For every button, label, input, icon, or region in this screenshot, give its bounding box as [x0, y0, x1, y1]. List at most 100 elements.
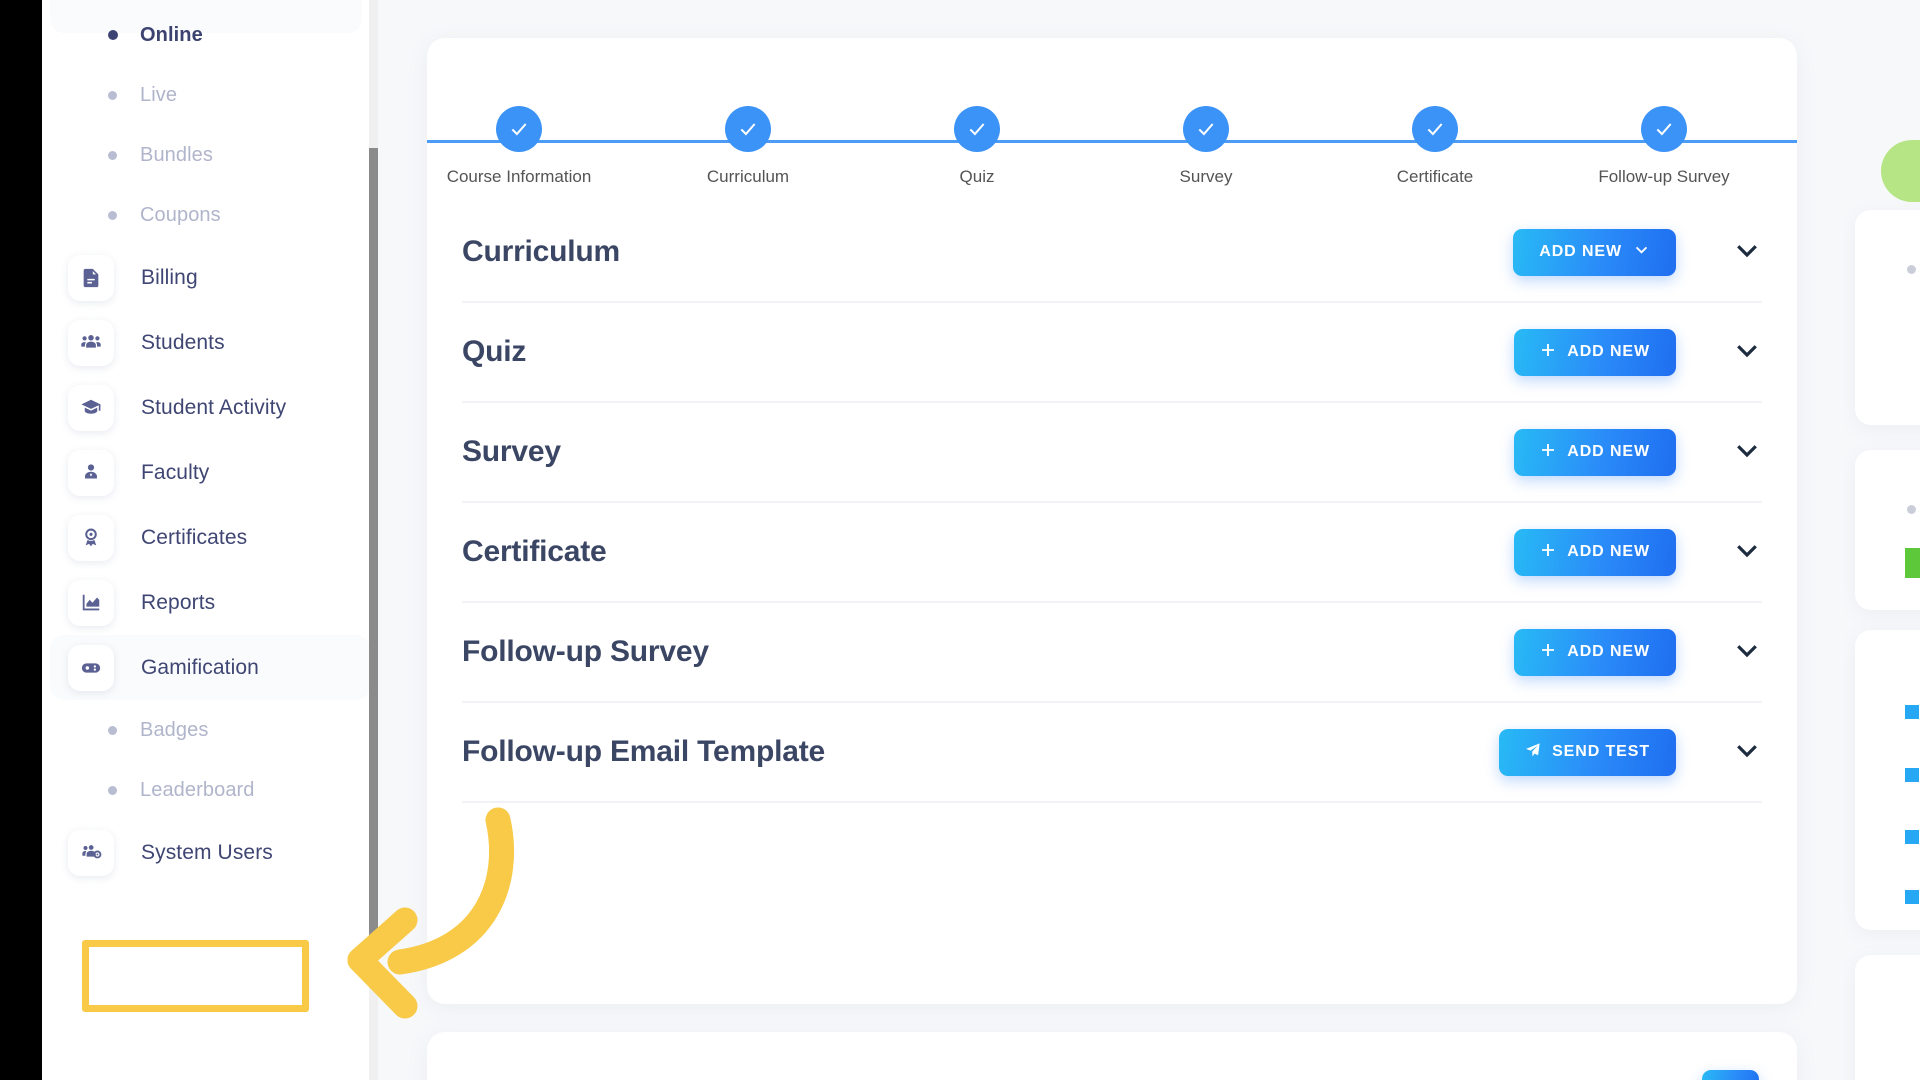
step-quiz[interactable]: Quiz	[897, 106, 1057, 187]
sidebar-item-live[interactable]: Live	[50, 65, 370, 125]
sidebar-item-label: Badges	[140, 718, 209, 741]
bullet-dot-icon	[108, 90, 117, 100]
sidebar-item-coupons[interactable]: Coupons	[50, 185, 370, 245]
section-row-curriculum: Curriculum ADD NEW	[462, 203, 1762, 303]
sidebar-item-label: Gamification	[141, 655, 259, 679]
green-indicator-bar	[1905, 548, 1920, 578]
award-ribbon-icon	[68, 514, 114, 561]
step-certificate[interactable]: Certificate	[1355, 106, 1515, 187]
sidebar-item-reports[interactable]: Reports	[50, 570, 370, 635]
step-label: Follow-up Survey	[1598, 167, 1730, 186]
next-card-action-button[interactable]	[1701, 1070, 1759, 1080]
add-new-quiz-button[interactable]: ADD NEW	[1514, 328, 1676, 376]
chevron-down-icon	[1732, 335, 1762, 370]
user-tie-icon	[68, 449, 114, 496]
blue-square-icon	[1905, 705, 1919, 719]
sidebar-item-online[interactable]: Online	[50, 5, 370, 65]
button-slot: SEND TEST	[1454, 728, 1684, 776]
sidebar-item-faculty[interactable]: Faculty	[50, 440, 370, 505]
check-icon	[954, 106, 1000, 152]
section-title: Follow-up Email Template	[462, 735, 826, 768]
sidebar-item-student-activity[interactable]: Student Activity	[50, 375, 370, 440]
blue-square-icon	[1905, 830, 1919, 844]
sidebar-item-leaderboard[interactable]: Leaderboard	[50, 760, 370, 820]
sidebar-item-bundles[interactable]: Bundles	[50, 125, 370, 185]
sidebar-item-students[interactable]: Students	[50, 310, 370, 375]
blue-square-icon	[1905, 768, 1919, 782]
next-card-partial	[427, 1032, 1797, 1080]
sidebar-scrollbar-thumb[interactable]	[369, 148, 378, 968]
blue-square-icon	[1905, 890, 1919, 904]
add-new-curriculum-button[interactable]: ADD NEW	[1513, 228, 1676, 276]
collapse-toggle-follow-up-email-template[interactable]	[1684, 735, 1762, 770]
sidebar-items-container: Online Live Bundles Coupons Billing Stud…	[42, 0, 378, 885]
check-icon	[1412, 106, 1458, 152]
step-label: Certificate	[1396, 167, 1474, 186]
grey-dot-icon	[1907, 505, 1916, 514]
bullet-dot-icon	[108, 210, 117, 220]
button-slot: ADD NEW	[1454, 628, 1684, 676]
section-row-follow-up-survey: Follow-up Survey ADD NEW	[462, 603, 1762, 703]
status-pill-green	[1881, 140, 1920, 202]
sidebar-item-system-users[interactable]: System Users	[50, 820, 370, 885]
sidebar-item-label: Reports	[141, 590, 216, 614]
step-course-information[interactable]: Course Information	[439, 106, 599, 187]
button-label: ADD NEW	[1567, 443, 1650, 460]
sidebar-item-label: Leaderboard	[140, 778, 255, 801]
step-label: Curriculum	[706, 167, 790, 186]
step-survey[interactable]: Survey	[1126, 106, 1286, 187]
step-follow-up-survey[interactable]: Follow-up Survey	[1584, 106, 1744, 187]
check-icon	[1641, 106, 1687, 152]
section-row-follow-up-email-template: Follow-up Email Template SEND TEST	[462, 703, 1762, 803]
right-side-panel-partial	[1843, 0, 1920, 1080]
section-row-certificate: Certificate ADD NEW	[462, 503, 1762, 603]
course-steps-progress: Course Information Curriculum Quiz Surve…	[427, 86, 1797, 196]
sidebar-scrollbar-track[interactable]	[369, 0, 378, 1080]
plus-icon	[1540, 342, 1556, 363]
button-label: ADD NEW	[1567, 343, 1650, 360]
sidebar-item-badges[interactable]: Badges	[50, 700, 370, 760]
button-slot: ADD NEW	[1454, 428, 1684, 476]
section-title: Curriculum	[462, 235, 621, 268]
check-icon	[1183, 106, 1229, 152]
left-gutter	[0, 0, 42, 1080]
sidebar-item-gamification[interactable]: Gamification	[50, 635, 370, 700]
sidebar-item-label: Coupons	[140, 203, 221, 226]
button-label: ADD NEW	[1539, 243, 1622, 260]
add-new-survey-button[interactable]: ADD NEW	[1514, 428, 1676, 476]
collapse-toggle-curriculum[interactable]	[1684, 235, 1762, 270]
chevron-down-icon	[1732, 635, 1762, 670]
sidebar-item-certificates[interactable]: Certificates	[50, 505, 370, 570]
paper-plane-icon	[1525, 742, 1541, 763]
right-panel-card	[1855, 210, 1920, 425]
users-cog-icon	[68, 829, 114, 876]
sidebar-item-label: Online	[140, 23, 203, 46]
step-curriculum[interactable]: Curriculum	[668, 106, 828, 187]
step-label: Course Information	[446, 167, 592, 186]
send-test-email-button[interactable]: SEND TEST	[1499, 728, 1676, 776]
grey-dot-icon	[1907, 265, 1916, 274]
add-new-follow-up-survey-button[interactable]: ADD NEW	[1514, 628, 1676, 676]
sidebar-item-label: Student Activity	[141, 395, 287, 419]
app-root: Online Live Bundles Coupons Billing Stud…	[0, 0, 1920, 1080]
sidebar-item-label: System Users	[141, 840, 273, 864]
button-label: SEND TEST	[1552, 743, 1650, 760]
step-label: Quiz	[959, 167, 995, 186]
collapse-toggle-follow-up-survey[interactable]	[1684, 635, 1762, 670]
collapse-toggle-certificate[interactable]	[1684, 535, 1762, 570]
section-title: Follow-up Survey	[462, 635, 709, 668]
plus-icon	[1540, 542, 1556, 563]
button-label: ADD NEW	[1567, 643, 1650, 660]
section-row-quiz: Quiz ADD NEW	[462, 303, 1762, 403]
sidebar-item-billing[interactable]: Billing	[50, 245, 370, 310]
add-new-certificate-button[interactable]: ADD NEW	[1514, 528, 1676, 576]
sidebar-item-label: Bundles	[140, 143, 213, 166]
sidebar-item-label: Live	[140, 83, 178, 106]
collapse-toggle-quiz[interactable]	[1684, 335, 1762, 370]
check-icon	[496, 106, 542, 152]
gamepad-icon	[68, 644, 114, 691]
section-title: Certificate	[462, 535, 607, 568]
collapse-toggle-survey[interactable]	[1684, 435, 1762, 470]
graduation-cap-icon	[68, 384, 114, 431]
sidebar-item-label: Certificates	[141, 525, 248, 549]
